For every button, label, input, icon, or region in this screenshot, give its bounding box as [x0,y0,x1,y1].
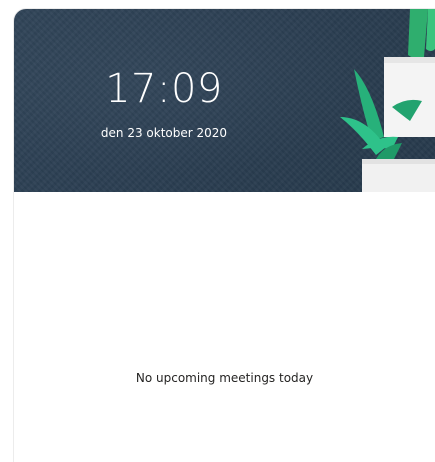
agenda-content: No upcoming meetings today [14,192,435,462]
current-time: 17:09 [105,66,223,112]
no-meetings-message: No upcoming meetings today [135,371,314,385]
calendar-header: 17:09 den 23 oktober 2020 [14,9,435,192]
page: 17:09 den 23 oktober 2020 No upcoming me… [0,0,435,462]
current-date: den 23 oktober 2020 [100,126,228,140]
plant-illustration-icon [340,9,435,192]
calendar-card: 17:09 den 23 oktober 2020 No upcoming me… [14,9,435,462]
